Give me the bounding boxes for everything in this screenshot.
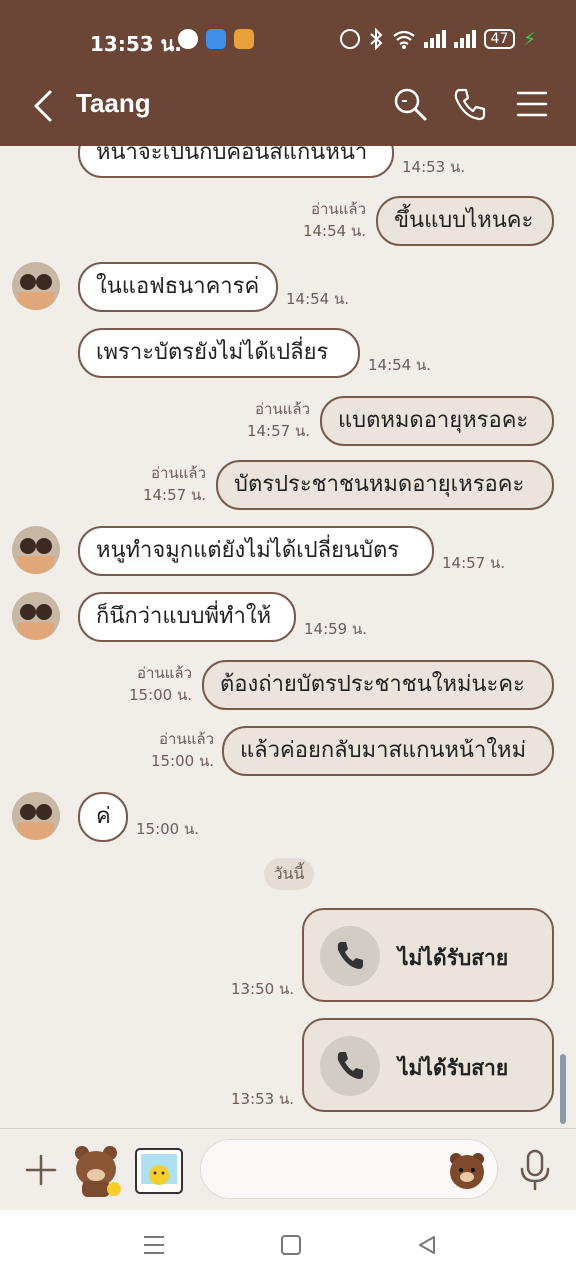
chat-area[interactable]: หน้าจะเป็นกับคอนสแกนหน้า 14:53 น. อ่านแล… bbox=[0, 146, 576, 1128]
contact-avatar[interactable] bbox=[12, 526, 60, 574]
message-time: 14:57 น. bbox=[442, 554, 506, 572]
recent-apps-icon[interactable] bbox=[142, 1234, 166, 1256]
sent-message[interactable]: บัตรประชาชนหมดอายุเหรอคะ bbox=[216, 460, 554, 510]
received-message[interactable]: หนูทำจมูกแต่ยังไม่ได้เปลี่ยนบัตร bbox=[78, 526, 434, 576]
scrollbar[interactable] bbox=[560, 1054, 566, 1124]
sent-message[interactable]: ขึ้นแบบไหนคะ bbox=[376, 196, 554, 246]
message-time: 14:54 น. bbox=[286, 290, 350, 308]
menu-icon[interactable] bbox=[514, 86, 550, 122]
microphone-icon[interactable] bbox=[518, 1149, 552, 1191]
message-time: 14:59 น. bbox=[304, 620, 368, 638]
message-meta: อ่านแล้ว 15:00 น. bbox=[150, 730, 214, 770]
message-time: 13:53 น. bbox=[230, 1090, 294, 1108]
bluetooth-icon bbox=[369, 28, 382, 50]
contact-avatar[interactable] bbox=[12, 262, 60, 310]
app-notification-icon bbox=[206, 29, 226, 49]
message-meta: อ่านแล้ว 14:54 น. bbox=[302, 200, 366, 240]
home-icon[interactable] bbox=[280, 1234, 302, 1256]
missed-call-card[interactable]: ไม่ได้รับสาย bbox=[302, 908, 554, 1002]
plus-icon[interactable] bbox=[24, 1153, 58, 1187]
search-icon[interactable] bbox=[392, 86, 428, 122]
photo-sticker-icon[interactable] bbox=[134, 1147, 184, 1195]
status-bar: 13:53 น. 47 ⚡ bbox=[0, 0, 576, 72]
sent-message[interactable]: ต้องถ่ายบัตรประชาชนใหม่นะคะ bbox=[202, 660, 554, 710]
chat-title: Taang bbox=[76, 88, 151, 118]
signal-icon bbox=[453, 30, 476, 48]
wifi-icon bbox=[392, 30, 415, 49]
missed-call-label: ไม่ได้รับสาย bbox=[398, 1056, 509, 1080]
back-icon[interactable] bbox=[416, 1234, 438, 1256]
message-time: 14:54 น. bbox=[368, 356, 432, 374]
back-chevron-icon[interactable] bbox=[28, 86, 60, 126]
phone-icon bbox=[320, 926, 380, 986]
message-meta: อ่านแล้ว 15:00 น. bbox=[128, 664, 192, 704]
alarm-icon bbox=[339, 29, 360, 49]
battery-indicator: 47 bbox=[483, 29, 516, 49]
status-time: 13:53 น. bbox=[90, 32, 182, 56]
contact-avatar[interactable] bbox=[12, 792, 60, 840]
charging-icon: ⚡ bbox=[523, 28, 536, 50]
message-time: 13:50 น. bbox=[230, 980, 294, 998]
sent-message[interactable]: แล้วค่อยกลับมาสแกนหน้าใหม่ bbox=[222, 726, 554, 776]
missed-call-card[interactable]: ไม่ได้รับสาย bbox=[302, 1018, 554, 1112]
message-time: 14:53 น. bbox=[402, 158, 466, 176]
signal-icon bbox=[423, 30, 446, 48]
bear-emoji-icon[interactable] bbox=[447, 1150, 487, 1190]
message-time: 15:00 น. bbox=[136, 820, 200, 838]
contact-avatar[interactable] bbox=[12, 592, 60, 640]
missed-call-label: ไม่ได้รับสาย bbox=[398, 946, 509, 970]
received-message[interactable]: ในแอฟธนาคารค่ bbox=[78, 262, 278, 312]
received-message[interactable]: เพราะบัตรยังไม่ได้เปลี่ยร bbox=[78, 328, 360, 378]
message-input[interactable] bbox=[200, 1139, 498, 1199]
bear-sticker-icon[interactable] bbox=[68, 1141, 126, 1199]
chat-header: Taang bbox=[0, 72, 576, 146]
day-separator: วันนี้ bbox=[264, 858, 314, 890]
system-nav-bar bbox=[0, 1210, 576, 1280]
received-message[interactable]: ก็นึกว่าแบบพี่ทำให้ bbox=[78, 592, 296, 642]
phone-call-icon[interactable] bbox=[452, 86, 488, 122]
message-meta: อ่านแล้ว 14:57 น. bbox=[246, 400, 310, 440]
notification-icons bbox=[178, 29, 254, 49]
received-message[interactable]: ค่ bbox=[78, 792, 128, 842]
phone-icon bbox=[320, 1036, 380, 1096]
received-message[interactable]: หน้าจะเป็นกับคอนสแกนหน้า bbox=[78, 146, 394, 178]
system-icons: 47 ⚡ bbox=[339, 28, 536, 50]
app-notification-icon bbox=[234, 29, 254, 49]
facebook-icon bbox=[178, 29, 198, 49]
message-input-bar bbox=[0, 1128, 576, 1210]
message-meta: อ่านแล้ว 14:57 น. bbox=[142, 464, 206, 504]
sent-message[interactable]: แบตหมดอายุหรอคะ bbox=[320, 396, 554, 446]
